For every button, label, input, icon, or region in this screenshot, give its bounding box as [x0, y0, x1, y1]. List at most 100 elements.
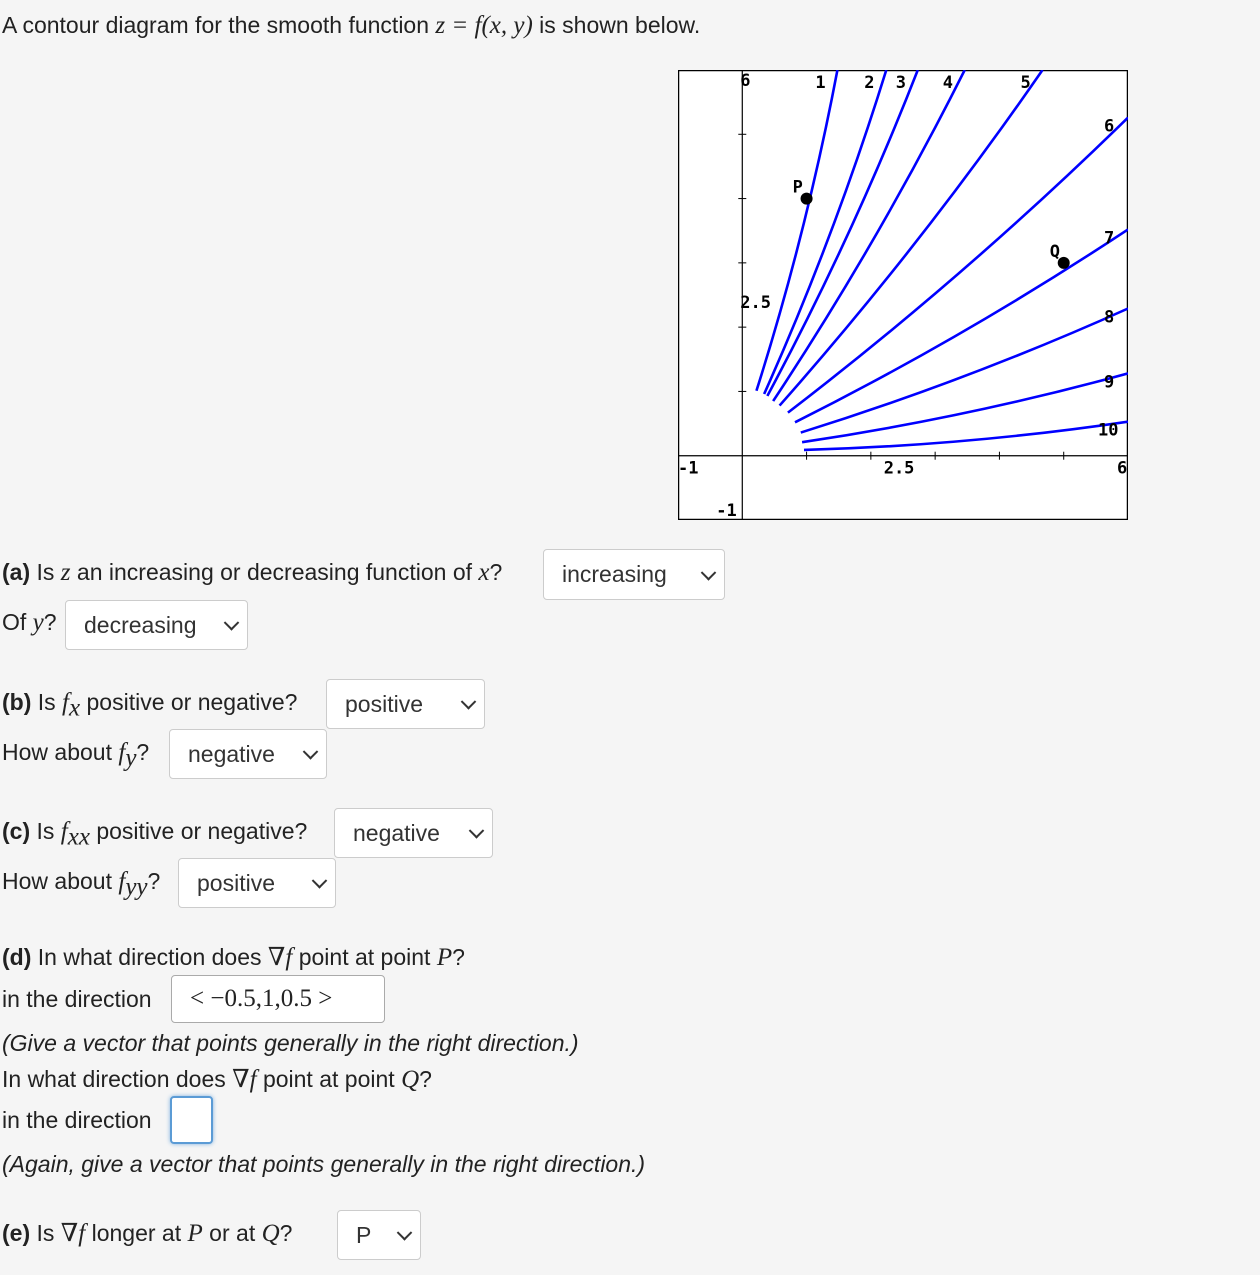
contour-diagram: 6 2.5 -1 -1 2.5 6 1 2 3 4 5 6 7 8 9 10 P Q: [678, 70, 1128, 520]
math-var: P: [436, 944, 453, 971]
text: point at point: [292, 944, 437, 970]
text: ?: [147, 868, 161, 894]
text: Is: [30, 1220, 61, 1246]
answer-c-fyy-select[interactable]: positive: [178, 858, 336, 908]
text: ?: [452, 944, 465, 970]
math-var: y: [32, 609, 44, 636]
y-min-label: -1: [716, 501, 736, 520]
question-c-fxx: (c) Is fxx positive or negative?: [2, 816, 307, 853]
answer-c-fxx-select[interactable]: negative: [334, 808, 493, 858]
answer-d-p-input[interactable]: < −0.5,1,0.5 >: [171, 975, 385, 1023]
intro-text: A contour diagram for the smooth functio…: [2, 12, 436, 38]
selected-value: positive: [345, 690, 423, 717]
contour-label: 4: [943, 73, 953, 93]
hint-p: (Give a vector that points generally in …: [2, 1028, 579, 1058]
math-var: Q: [401, 1066, 420, 1093]
text: How about: [2, 739, 119, 765]
x-mid-label: 2.5: [884, 459, 915, 479]
question-c-fyy: How about fyy?: [2, 866, 160, 903]
contour-label: 1: [815, 73, 825, 93]
selected-value: P: [356, 1221, 372, 1248]
text: How about: [2, 868, 119, 894]
question-b-fy: How about fy?: [2, 737, 149, 774]
question-a-y: Of y?: [2, 607, 57, 638]
direction-label-p: in the direction: [2, 986, 152, 1012]
nabla-symbol: ∇: [60, 1220, 79, 1247]
point-label: P: [793, 178, 803, 198]
chevron-down-icon: [460, 694, 477, 710]
text: ?: [419, 1066, 432, 1092]
question-d-q: In what direction does ∇f point at point…: [2, 1064, 432, 1095]
math-sub: x: [69, 694, 81, 722]
answer-a-x-select[interactable]: increasing: [543, 549, 725, 600]
selected-value: increasing: [562, 561, 667, 587]
math-sub: xx: [67, 823, 90, 851]
question-d-p: (d) In what direction does ∇f point at p…: [2, 942, 465, 973]
answer-d-q-input[interactable]: [170, 1096, 213, 1144]
hint-text: (Give a vector that points generally in …: [2, 1030, 579, 1056]
math-sub: yy: [125, 873, 148, 901]
math-var: P: [187, 1220, 203, 1247]
math-var: f: [249, 1066, 257, 1093]
selected-value: decreasing: [84, 611, 197, 638]
math-var: x: [478, 559, 490, 586]
text: Of: [2, 609, 33, 635]
part-label: (c): [2, 818, 31, 844]
intro-text-end: is shown below.: [532, 12, 701, 38]
text: ?: [489, 559, 503, 585]
selected-value: positive: [197, 869, 275, 896]
selected-value: negative: [188, 740, 275, 767]
x-min-label: -1: [678, 459, 698, 479]
contour-label: 8: [1104, 308, 1114, 328]
text: Is: [30, 818, 61, 844]
answer-e-select[interactable]: P: [337, 1210, 421, 1260]
answer-a-y-select[interactable]: decreasing: [65, 600, 248, 650]
x-max-label: 6: [1117, 459, 1127, 479]
answer-b-fx-select[interactable]: positive: [326, 679, 485, 729]
contour-label: 9: [1104, 372, 1114, 392]
text: In what direction does: [2, 1066, 233, 1092]
input-value: < −0.5,1,0.5 >: [190, 985, 333, 1012]
text: an increasing or decreasing function of: [70, 559, 479, 585]
y-max-label: 6: [740, 71, 750, 91]
question-a-x: (a) Is z an increasing or decreasing fun…: [2, 557, 502, 588]
part-label: (a): [2, 559, 31, 585]
contour-label: 10: [1098, 421, 1118, 441]
chevron-down-icon: [223, 615, 240, 631]
part-label: (e): [2, 1220, 31, 1246]
text: longer at: [85, 1220, 188, 1246]
question-e: (e) Is ∇f longer at P or at Q?: [2, 1218, 292, 1249]
math-var: f: [62, 689, 69, 716]
nabla-symbol: ∇: [232, 1066, 250, 1093]
chevron-down-icon: [700, 564, 717, 581]
text: or at: [202, 1220, 262, 1246]
y-mid-label: 2.5: [740, 293, 771, 313]
direction-label-q: in the direction: [2, 1107, 152, 1133]
math-sub: y: [125, 744, 137, 772]
contour-label: 3: [896, 73, 906, 93]
nabla-symbol: ∇: [267, 944, 286, 971]
text: point at point: [256, 1066, 402, 1092]
part-label: (d): [2, 944, 32, 970]
point-label: Q: [1050, 242, 1060, 262]
contour-label: 6: [1104, 117, 1114, 137]
chevron-down-icon: [311, 873, 328, 889]
chevron-down-icon: [302, 744, 319, 760]
text: ?: [43, 609, 57, 635]
selected-value: negative: [353, 819, 440, 846]
text: Is: [30, 559, 61, 585]
text: ?: [279, 1220, 293, 1246]
text: Is: [31, 689, 63, 715]
text: In what direction does: [31, 944, 268, 970]
hint-q: (Again, give a vector that points genera…: [2, 1149, 645, 1179]
text: positive or negative?: [80, 689, 298, 715]
intro: A contour diagram for the smooth functio…: [2, 10, 700, 41]
math-var: f: [60, 818, 68, 845]
intro-math: z = f(x, y): [435, 12, 533, 39]
contour-label: 5: [1021, 73, 1031, 93]
contour-label: 2: [864, 73, 874, 93]
chevron-down-icon: [468, 823, 485, 839]
answer-b-fy-select[interactable]: negative: [169, 729, 327, 779]
math-var: z: [60, 559, 71, 586]
part-label: (b): [2, 689, 32, 715]
